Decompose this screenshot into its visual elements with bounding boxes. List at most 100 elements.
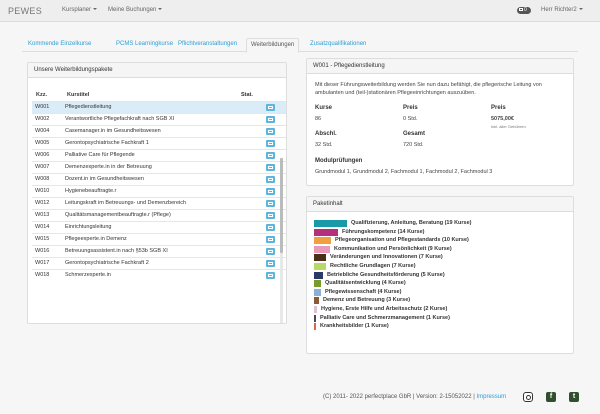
details-button[interactable] xyxy=(266,128,275,135)
details-button[interactable] xyxy=(266,224,275,231)
row-title: Gerontopsychiatrische Fachkraft 1 xyxy=(65,140,149,146)
footer: (C) 2011- 2022 perfectplace GbR | Versio… xyxy=(0,388,600,408)
details-button[interactable] xyxy=(266,200,275,207)
details-button[interactable] xyxy=(266,248,275,255)
content-item: Pflegeorganisation und Pflegestandards (… xyxy=(314,236,568,245)
envelope-icon xyxy=(268,274,273,277)
table-row[interactable]: W017 Gerontopsychiatrische Fachkraft 2 xyxy=(32,257,286,269)
details-button[interactable] xyxy=(266,236,275,243)
content-item-label: Qualifizierung, Anleitung, Beratung (19 … xyxy=(351,220,472,226)
menu-meine-buchungen[interactable]: Meine Buchungen xyxy=(108,7,163,13)
user-name: Herr Richter2 xyxy=(541,7,577,13)
details-button[interactable] xyxy=(266,212,275,219)
content-item-label: Führungskompetenz (14 Kurse) xyxy=(342,228,425,235)
content-bar xyxy=(314,288,321,296)
table-row[interactable]: W005 Gerontopsychiatrische Fachkraft 1 xyxy=(32,137,286,149)
content-item-label: Qualitätsentwicklung (4 Kurse) xyxy=(325,280,406,287)
row-code: W006 xyxy=(35,152,50,158)
packages-heading: Unsere Weiterbildungspakete xyxy=(28,63,286,78)
table-row[interactable]: W016 Betreuungsassistent.in nach §53b SGB… xyxy=(32,245,286,257)
row-title: Casemanager.in im Gesundheitswesen xyxy=(65,128,161,134)
envelope-icon xyxy=(268,130,273,133)
content-item-label: Hygiene, Erste Hilfe und Arbeitsschutz (… xyxy=(321,305,448,312)
col-code: Kzz. xyxy=(36,92,47,98)
twitter-icon[interactable]: t xyxy=(569,392,579,402)
table-row[interactable]: W010 Hygienebeauftragte.r xyxy=(32,185,286,197)
packages-table-header: Kzz. Kurstitel Stat. xyxy=(34,92,284,101)
content-bar xyxy=(314,245,330,253)
content-bar xyxy=(314,271,323,279)
envelope-icon xyxy=(268,190,273,193)
content-item-label: Betriebliche Gesundheitsförderung (5 Kur… xyxy=(327,271,445,278)
brand-logo[interactable]: PEWES xyxy=(8,6,42,16)
table-row[interactable]: W008 Dozent.in im Gesundheitswesen xyxy=(32,173,286,185)
details-button[interactable] xyxy=(266,176,275,183)
table-row[interactable]: W012 Leitungskraft im Betreuungs- und Dem… xyxy=(32,197,286,209)
envelope-icon xyxy=(268,250,273,253)
menu-kursplaner[interactable]: Kursplaner xyxy=(62,7,98,13)
content-item: Qualitätsentwicklung (4 Kurse) xyxy=(314,279,568,288)
menu-kursplaner-label: Kursplaner xyxy=(62,7,92,13)
package-content-panel: Paketinhalt Qualifizierung, Anleitung, B… xyxy=(306,196,574,354)
row-title: Verantwortliche Pflegefachkraft nach SGB… xyxy=(65,116,175,122)
row-code: W017 xyxy=(35,260,50,266)
tab-kommende-einzelkurse[interactable]: Kommende Einzelkurse xyxy=(24,38,95,52)
module-label: Modulprüfungen xyxy=(315,158,363,164)
instagram-icon[interactable] xyxy=(523,392,533,402)
impressum-link[interactable]: Impressum xyxy=(476,394,506,400)
row-code: W010 xyxy=(35,188,50,194)
content-bar xyxy=(314,323,316,331)
preis2-label: Preis xyxy=(491,105,506,111)
footer-text: (C) 2011- 2022 perfectplace GbR | Versio… xyxy=(323,394,506,400)
details-button[interactable] xyxy=(266,152,275,159)
scrollbar-thumb[interactable] xyxy=(280,158,283,253)
row-title: Gerontopsychiatrische Fachkraft 2 xyxy=(65,260,149,266)
table-row[interactable]: W013 Qualitätsmanagementbeauftragte.r (Pf… xyxy=(32,209,286,221)
content-item: Veränderungen und Innovationen (7 Kurse) xyxy=(314,253,568,262)
tab-zusatzqualifikationen[interactable]: Zusatzqualifikationen xyxy=(306,38,370,52)
messages-button[interactable]: 0 xyxy=(517,7,531,14)
facebook-icon[interactable]: f xyxy=(546,392,556,402)
row-code: W015 xyxy=(35,236,50,242)
details-button[interactable] xyxy=(266,188,275,195)
content-item: Palliativ Care und Schmerzmanagement (1 … xyxy=(314,314,568,323)
content-item-label: Rechtliche Grundlagen (7 Kurse) xyxy=(330,262,416,269)
details-button[interactable] xyxy=(266,116,275,123)
content-bar xyxy=(314,220,347,227)
table-row[interactable]: W004 Casemanager.in im Gesundheitswesen xyxy=(32,125,286,137)
menu-meine-buchungen-label: Meine Buchungen xyxy=(108,7,157,13)
preis-label: Preis xyxy=(403,105,418,111)
col-title: Kurstitel xyxy=(67,92,90,98)
packages-panel: Unsere Weiterbildungspakete Kzz. Kurstit… xyxy=(27,62,287,324)
tab-pflichtveranstaltungen[interactable]: Pflichtveranstaltungen xyxy=(174,38,241,52)
envelope-icon xyxy=(268,214,273,217)
content-item: Hygiene, Erste Hilfe und Arbeitsschutz (… xyxy=(314,305,568,314)
details-button[interactable] xyxy=(266,164,275,171)
module-value: Grundmodul 1, Grundmodul 2, Fachmodul 1,… xyxy=(315,169,493,175)
content-item: Führungskompetenz (14 Kurse) xyxy=(314,228,568,237)
table-row[interactable]: W006 Palliative Care für Pflegende xyxy=(32,149,286,161)
content-item-label: Krankheitsbilder (1 Kurse) xyxy=(320,323,389,330)
details-button[interactable] xyxy=(266,272,275,279)
user-menu[interactable]: Herr Richter2 xyxy=(541,7,583,13)
abschl-label: Abschl. xyxy=(315,131,337,137)
tab-weiterbildungen[interactable]: Weiterbildungen xyxy=(246,38,300,53)
table-row[interactable]: W018 Schmerzexperte.in xyxy=(32,269,286,281)
envelope-icon xyxy=(268,262,273,265)
details-button[interactable] xyxy=(266,104,275,111)
top-navbar: PEWES Kursplaner Meine Buchungen 0 Herr … xyxy=(0,0,600,22)
tab-pcms-learningkurse[interactable]: PCMS Learningkurse xyxy=(112,38,177,52)
table-row[interactable]: W015 Pflegeexperte.in Demenz xyxy=(32,233,286,245)
content-item: Krankheitsbilder (1 Kurse) xyxy=(314,322,568,331)
details-button[interactable] xyxy=(266,140,275,147)
table-row[interactable]: W002 Verantwortliche Pflegefachkraft nach… xyxy=(32,113,286,125)
table-row[interactable]: W014 Einrichtungsleitung xyxy=(32,221,286,233)
content-item: Betriebliche Gesundheitsförderung (5 Kur… xyxy=(314,271,568,280)
envelope-icon xyxy=(268,238,273,241)
details-button[interactable] xyxy=(266,260,275,267)
row-title: Betreuungsassistent.in nach §53b SGB XI xyxy=(65,248,168,254)
row-title: Qualitätsmanagementbeauftragte.r (Pflege… xyxy=(65,212,171,218)
table-row[interactable]: W001 Pflegedienstleitung xyxy=(32,101,286,113)
row-code: W016 xyxy=(35,248,50,254)
table-row[interactable]: W007 Demenzexperte.in in der Betreuung xyxy=(32,161,286,173)
